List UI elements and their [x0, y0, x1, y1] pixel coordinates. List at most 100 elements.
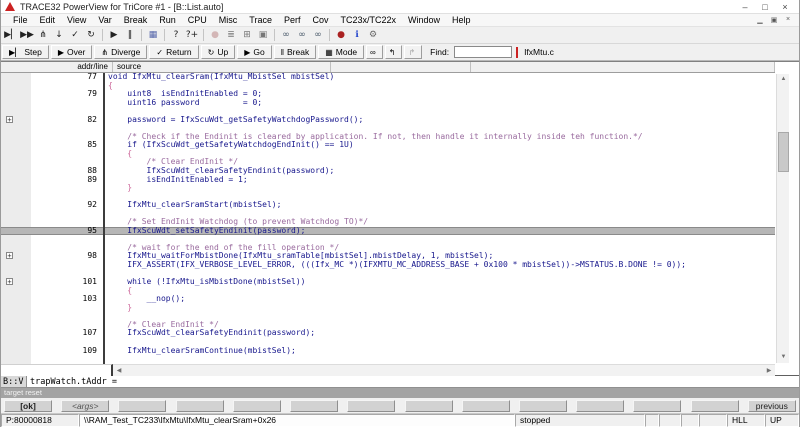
code-line[interactable]: + 103 __nop(); [1, 295, 775, 304]
return-button[interactable]: ✓ Return [149, 45, 199, 59]
code-line[interactable]: + 95 IfxScuWdt_setSafetyEndinit(password… [1, 226, 775, 236]
code-line[interactable]: + [1, 337, 775, 347]
code-line[interactable]: + IFX_ASSERT(IFX_VERBOSE_LEVEL_ERROR, ((… [1, 261, 775, 270]
mode-button[interactable]: ▦ Mode [318, 45, 365, 59]
breakpoint-column[interactable]: + [1, 278, 31, 287]
code-line[interactable]: + } [1, 184, 775, 193]
breakpoint-column[interactable]: + [1, 209, 31, 219]
breakpoint-column[interactable]: + [1, 355, 31, 364]
softkey-ok[interactable]: [ok] [4, 399, 52, 412]
breakpoint-column[interactable]: + [1, 81, 31, 91]
menu-file[interactable]: File [7, 15, 34, 25]
over-button[interactable]: ▶ Over [50, 45, 93, 59]
code-line[interactable]: + { [1, 149, 775, 159]
single-step-icon[interactable]: ▶▏ [3, 28, 19, 43]
mdi-minimize-icon[interactable]: ▁ [753, 16, 767, 24]
stack-view-icon[interactable]: ∞ [310, 28, 326, 43]
context-help-icon[interactable]: ?+ [184, 28, 200, 43]
menu-break[interactable]: Break [118, 15, 154, 25]
scroll-down-icon[interactable]: ▼ [777, 352, 790, 363]
help-icon[interactable]: ? [168, 28, 184, 43]
code-line[interactable]: + /* Clear EndInit */ [1, 320, 775, 330]
code-line[interactable]: + /* Clear EndInit */ [1, 158, 775, 168]
close-icon[interactable]: × [775, 2, 795, 12]
softkey-previous[interactable]: previous [747, 399, 796, 412]
softkey-blank[interactable] [518, 399, 567, 412]
code-line[interactable]: + 107 IfxScuWdt_clearSafetyEndinit(passw… [1, 329, 775, 338]
goto-callee-button[interactable]: ↱ [404, 45, 423, 59]
breakpoint-column[interactable]: + [1, 295, 31, 304]
scroll-right-icon[interactable]: ▶ [763, 367, 775, 374]
code-line[interactable]: + /* Set EndInit Watchdog (to prevent Wa… [1, 218, 775, 227]
breakpoint-column[interactable]: + [1, 286, 31, 296]
menu-misc[interactable]: Misc [213, 15, 244, 25]
breakpoint-column[interactable]: + [1, 337, 31, 347]
breakpoint-column[interactable]: + [1, 269, 31, 279]
code-line[interactable]: + uint16 password = 0; [1, 98, 775, 108]
goto-caller-button[interactable]: ↰ [384, 45, 403, 59]
return-icon[interactable]: ✓ [67, 28, 83, 43]
memory-dump-icon[interactable]: ⊞ [239, 28, 255, 43]
code-line[interactable]: + 92 IfxMtu_clearSramStart(mbistSel); [1, 201, 775, 210]
breakpoint-column[interactable]: + [1, 98, 31, 108]
menu-edit[interactable]: Edit [34, 15, 62, 25]
breakpoint-column[interactable]: + [1, 132, 31, 142]
step-up-icon[interactable]: ↻ [83, 28, 99, 43]
breakpoint-column[interactable]: + [1, 329, 31, 338]
break-icon[interactable]: ‖ [122, 28, 138, 43]
breakpoint-column[interactable]: + [1, 201, 31, 210]
softkey-blank[interactable] [118, 399, 167, 412]
record-icon[interactable]: ● [207, 28, 223, 43]
mdi-close-icon[interactable]: × [781, 16, 795, 24]
softkey-blank[interactable] [232, 399, 281, 412]
breakpoint-column[interactable]: + [1, 73, 31, 82]
watch-view-icon[interactable]: ∞ [278, 28, 294, 43]
code-line[interactable]: + [1, 124, 775, 133]
maximize-icon[interactable]: □ [755, 2, 775, 12]
breakpoint-column[interactable]: + [1, 303, 31, 313]
system-info-icon[interactable]: ℹ [349, 28, 365, 43]
code-line[interactable]: + [1, 269, 775, 279]
breakpoint-column[interactable]: + [1, 346, 31, 356]
softkey-blank[interactable] [347, 399, 396, 412]
diverge-icon[interactable]: ⋔ [35, 28, 51, 43]
code-line[interactable]: + [1, 107, 775, 116]
menu-perf[interactable]: Perf [278, 15, 307, 25]
breakpoint-column[interactable]: + [1, 124, 31, 133]
code-line[interactable]: + 85 if (IfxScuWdt_getSafetyWatchdogEndI… [1, 141, 775, 150]
settings-wrench-icon[interactable]: ⚙ [365, 28, 381, 43]
expand-icon[interactable]: + [6, 115, 13, 123]
breakpoint-column[interactable]: + [1, 90, 31, 99]
code-line[interactable]: + } [1, 303, 775, 313]
breakpoint-column[interactable]: + [1, 167, 31, 176]
breakpoint-column[interactable]: + [1, 252, 31, 262]
mdi-restore-icon[interactable]: ▣ [767, 16, 781, 24]
expand-icon[interactable]: + [6, 252, 13, 260]
menu-cpu[interactable]: CPU [182, 15, 213, 25]
source-list-icon[interactable]: ▣ [255, 28, 271, 43]
code-line[interactable]: + [1, 192, 775, 202]
code-line[interactable]: + [1, 312, 775, 321]
softkey-blank[interactable] [576, 399, 625, 412]
softkey-blank[interactable] [690, 399, 739, 412]
expand-icon[interactable]: + [6, 278, 13, 286]
scrollbar-thumb[interactable] [778, 131, 789, 173]
code-line[interactable]: + /* wait for the end of the fill operat… [1, 243, 775, 253]
scroll-left-icon[interactable]: ◀ [113, 367, 125, 374]
menu-help[interactable]: Help [446, 15, 477, 25]
breakpoint-column[interactable]: + [1, 235, 31, 244]
breakpoint-column[interactable]: + [1, 115, 31, 125]
breakpoint-column[interactable]: + [1, 107, 31, 116]
step-down-icon[interactable]: ↓ [51, 28, 67, 43]
softkey-blank[interactable] [633, 399, 682, 412]
scroll-up-icon[interactable]: ▲ [777, 74, 790, 85]
code-line[interactable]: + 79 uint8 isEndInitEnabled = 0; [1, 90, 775, 99]
menu-trace[interactable]: Trace [243, 15, 278, 25]
breakpoint-column[interactable]: + [1, 175, 31, 185]
breakpoint-column[interactable]: + [1, 243, 31, 253]
menu-run[interactable]: Run [153, 15, 182, 25]
code-line[interactable]: + { [1, 81, 775, 91]
breakpoint-column[interactable]: + [1, 192, 31, 202]
breakpoint-column[interactable]: + [1, 184, 31, 193]
code-line[interactable]: + 89 isEndInitEnabled = 1; [1, 175, 775, 185]
